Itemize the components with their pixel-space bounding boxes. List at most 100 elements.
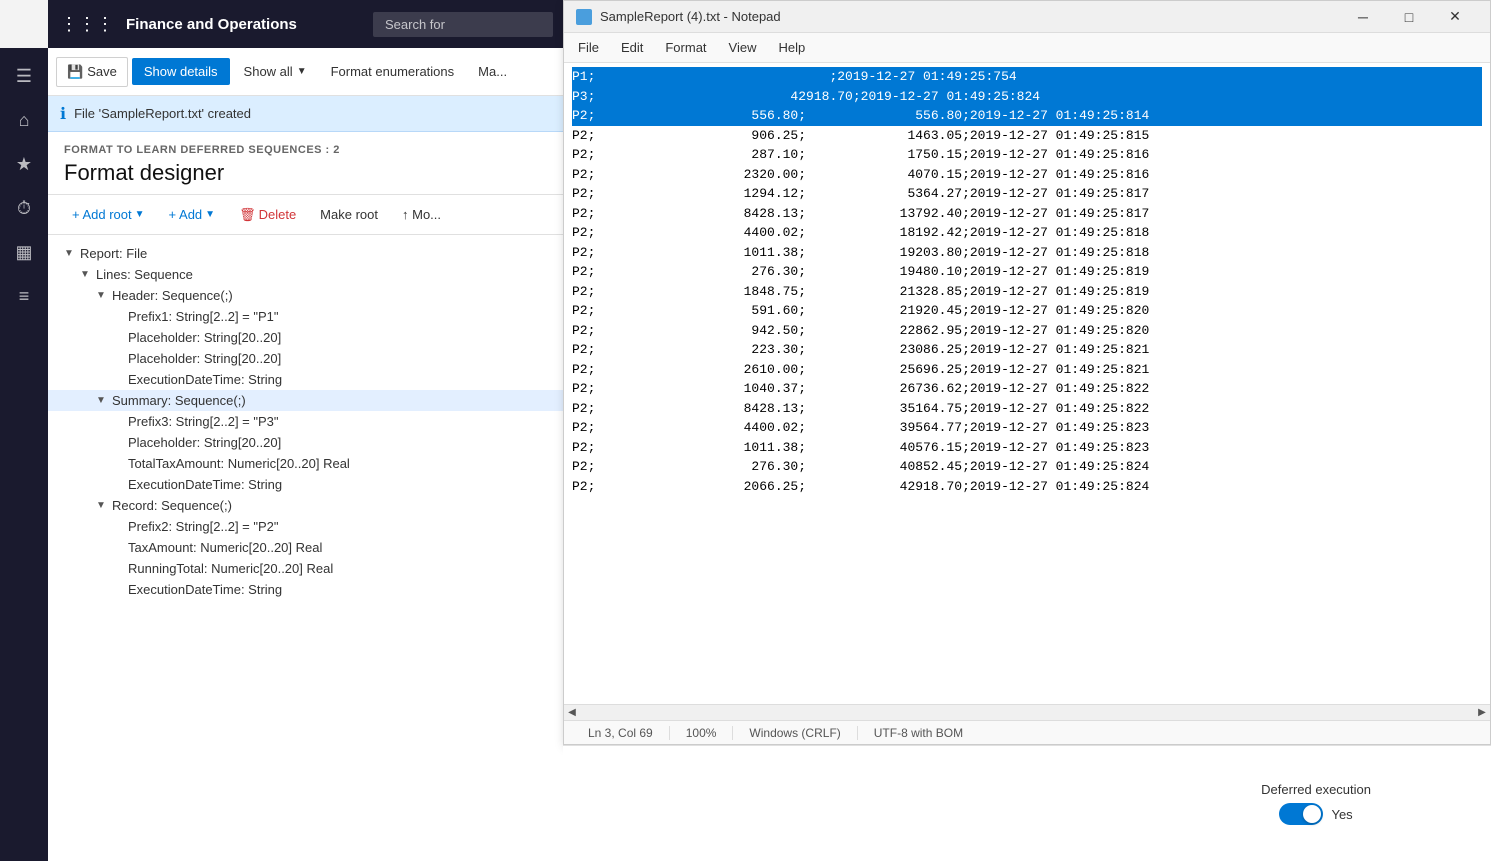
move-button[interactable]: ↑ Mo... xyxy=(394,203,449,226)
search-input[interactable] xyxy=(373,12,553,37)
sidebar-icon-favorites[interactable]: ★ xyxy=(4,144,44,184)
encoding: UTF-8 with BOM xyxy=(858,726,979,740)
window-controls: ─ □ ✕ xyxy=(1340,1,1478,33)
close-button[interactable]: ✕ xyxy=(1432,1,1478,33)
add-button[interactable]: + Add ▼ xyxy=(161,203,224,226)
tree-toggle-icon: ▼ xyxy=(64,248,80,259)
tree-node-text: TotalTaxAmount: Numeric[20..20] Real xyxy=(128,456,565,471)
deferred-execution-label: Deferred execution xyxy=(1261,782,1371,797)
sidebar-icon-modules[interactable]: ≡ xyxy=(4,276,44,316)
tree-node[interactable]: TaxAmount: Numeric[20..20] Real xyxy=(48,537,565,558)
tree-area: ▼Report: File▼Lines: Sequence▼Header: Se… xyxy=(48,235,565,861)
app-grid-icon[interactable]: ⋮⋮⋮ xyxy=(60,14,114,35)
text-line: P2; 1294.12; 5364.27;2019-12-27 01:49:25… xyxy=(572,184,1482,204)
up-arrow-icon: ↑ xyxy=(402,207,409,222)
text-line: P2; 287.10; 1750.15;2019-12-27 01:49:25:… xyxy=(572,145,1482,165)
sidebar-icon-menu[interactable]: ☰ xyxy=(4,56,44,96)
tree-node[interactable]: TotalTaxAmount: Numeric[20..20] Real xyxy=(48,453,565,474)
notepad-app-icon xyxy=(576,9,592,25)
bottom-panel: Deferred execution Yes xyxy=(563,745,1491,861)
text-line: P2; 906.25; 1463.05;2019-12-27 01:49:25:… xyxy=(572,126,1482,146)
tree-node[interactable]: ExecutionDateTime: String xyxy=(48,474,565,495)
tree-node[interactable]: Placeholder: String[20..20] xyxy=(48,348,565,369)
show-all-button[interactable]: Show all ▼ xyxy=(234,58,317,85)
minimize-button[interactable]: ─ xyxy=(1340,1,1386,33)
cursor-position: Ln 3, Col 69 xyxy=(572,726,670,740)
scroll-right-icon[interactable]: ▶ xyxy=(1474,705,1490,721)
save-button[interactable]: 💾 Save xyxy=(56,57,128,87)
tree-node-text: TaxAmount: Numeric[20..20] Real xyxy=(128,540,565,555)
tree-node[interactable]: ▼Summary: Sequence(;) xyxy=(48,390,565,411)
deferred-execution-toggle[interactable] xyxy=(1279,803,1323,825)
tree-toggle-icon: ▼ xyxy=(96,395,112,406)
tree-node[interactable]: ExecutionDateTime: String xyxy=(48,369,565,390)
text-line: P2; 1040.37; 26736.62;2019-12-27 01:49:2… xyxy=(572,379,1482,399)
horizontal-scrollbar[interactable]: ◀ ▶ xyxy=(564,704,1490,720)
tree-node[interactable]: ▼Record: Sequence(;) xyxy=(48,495,565,516)
show-all-label: Show all xyxy=(244,64,293,79)
text-line: P2; 8428.13; 13792.40;2019-12-27 01:49:2… xyxy=(572,204,1482,224)
menu-item-help[interactable]: Help xyxy=(768,36,815,59)
menu-item-format[interactable]: Format xyxy=(655,36,716,59)
save-icon: 💾 xyxy=(67,64,83,80)
tree-node-text: Summary: Sequence(;) xyxy=(112,393,565,408)
text-line: P1; ;2019-12-27 01:49:25:754 xyxy=(572,67,1482,87)
make-root-button[interactable]: Make root xyxy=(312,203,386,226)
sidebar-icon-recent[interactable]: ⏱ xyxy=(4,188,44,228)
info-bar: ℹ File 'SampleReport.txt' created xyxy=(48,96,565,132)
title-bar: SampleReport (4).txt - Notepad ─ □ ✕ xyxy=(564,1,1490,33)
tree-node[interactable]: RunningTotal: Numeric[20..20] Real xyxy=(48,558,565,579)
tree-node[interactable]: ▼Header: Sequence(;) xyxy=(48,285,565,306)
text-line: P3; 42918.70;2019-12-27 01:49:25:824 xyxy=(572,87,1482,107)
tree-toolbar: + Add root ▼ + Add ▼ 🗑 Delete Make root … xyxy=(48,195,565,235)
tree-node-text: ExecutionDateTime: String xyxy=(128,372,565,387)
tree-node-text: Prefix3: String[2..2] = "P3" xyxy=(128,414,565,429)
notepad-content: P1; ;2019-12-27 01:49:25:754 P3; 42918.7… xyxy=(564,63,1490,704)
save-label: Save xyxy=(87,64,117,79)
text-area[interactable]: P1; ;2019-12-27 01:49:25:754 P3; 42918.7… xyxy=(564,63,1490,704)
show-all-chevron-icon: ▼ xyxy=(297,66,307,77)
sidebar-icon-home[interactable]: ⌂ xyxy=(4,100,44,140)
tree-node[interactable]: ▼Lines: Sequence xyxy=(48,264,565,285)
tree-node[interactable]: Prefix2: String[2..2] = "P2" xyxy=(48,516,565,537)
tree-toggle-icon: ▼ xyxy=(80,269,96,280)
format-header: FORMAT TO LEARN DEFERRED SEQUENCES : 2 F… xyxy=(48,132,565,195)
add-chevron-icon: ▼ xyxy=(205,209,215,220)
show-details-button[interactable]: Show details xyxy=(132,58,230,85)
menu-item-file[interactable]: File xyxy=(568,36,609,59)
more-button[interactable]: Ma... xyxy=(468,58,517,85)
tree-node-text: Prefix2: String[2..2] = "P2" xyxy=(128,519,565,534)
tree-node[interactable]: Placeholder: String[20..20] xyxy=(48,327,565,348)
tree-node[interactable]: ExecutionDateTime: String xyxy=(48,579,565,600)
tree-node-text: Placeholder: String[20..20] xyxy=(128,435,565,450)
tree-node-text: ExecutionDateTime: String xyxy=(128,582,565,597)
add-root-button[interactable]: + Add root ▼ xyxy=(64,203,153,226)
tree-node-text: Placeholder: String[20..20] xyxy=(128,351,565,366)
page-title: Format designer xyxy=(64,160,549,186)
tree-node-text: Lines: Sequence xyxy=(96,267,565,282)
tree-node-text: RunningTotal: Numeric[20..20] Real xyxy=(128,561,565,576)
info-icon: ℹ xyxy=(60,104,66,124)
menu-item-view[interactable]: View xyxy=(719,36,767,59)
tree-node[interactable]: ▼Report: File xyxy=(48,243,565,264)
status-bar: Ln 3, Col 69 100% Windows (CRLF) UTF-8 w… xyxy=(564,720,1490,744)
sidebar-icon-workspaces[interactable]: ▦ xyxy=(4,232,44,272)
text-line: P2; 2610.00; 25696.25;2019-12-27 01:49:2… xyxy=(572,360,1482,380)
zoom-level: 100% xyxy=(670,726,734,740)
maximize-button[interactable]: □ xyxy=(1386,1,1432,33)
delete-button[interactable]: 🗑 Delete xyxy=(231,203,304,227)
text-line: P2; 1848.75; 21328.85;2019-12-27 01:49:2… xyxy=(572,282,1482,302)
menu-item-edit[interactable]: Edit xyxy=(611,36,653,59)
text-line: P2; 942.50; 22862.95;2019-12-27 01:49:25… xyxy=(572,321,1482,341)
tree-node-text: Header: Sequence(;) xyxy=(112,288,565,303)
text-line: P2; 4400.02; 18192.42;2019-12-27 01:49:2… xyxy=(572,223,1482,243)
notepad-window: SampleReport (4).txt - Notepad ─ □ ✕ Fil… xyxy=(563,0,1491,745)
tree-node[interactable]: Prefix1: String[2..2] = "P1" xyxy=(48,306,565,327)
text-line: P2; 1011.38; 19203.80;2019-12-27 01:49:2… xyxy=(572,243,1482,263)
tree-node[interactable]: Prefix3: String[2..2] = "P3" xyxy=(48,411,565,432)
toggle-thumb xyxy=(1303,805,1321,823)
tree-node[interactable]: Placeholder: String[20..20] xyxy=(48,432,565,453)
scroll-left-icon[interactable]: ◀ xyxy=(564,705,580,721)
tree-node-text: Report: File xyxy=(80,246,565,261)
format-enumerations-button[interactable]: Format enumerations xyxy=(321,58,465,85)
